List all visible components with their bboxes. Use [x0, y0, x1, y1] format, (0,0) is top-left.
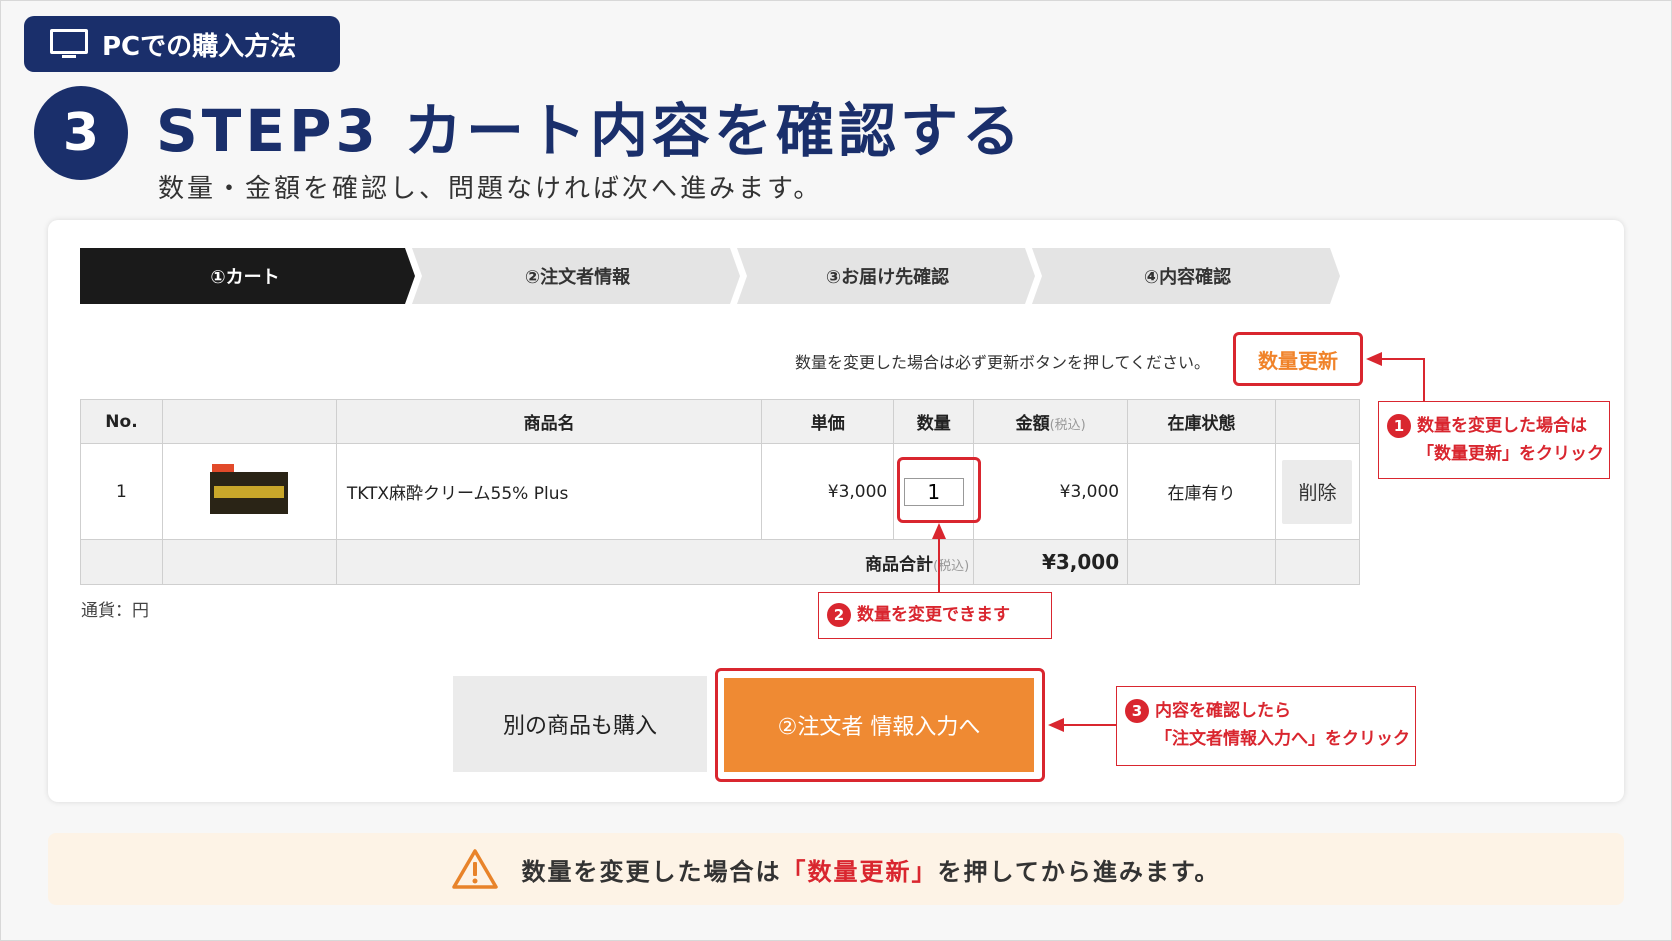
callout-1-line1: 数量を変更した場合は	[1417, 416, 1587, 436]
callout-update: 1 数量を変更した場合は 「数量更新」をクリック	[1378, 401, 1610, 479]
warning-banner: 数量を変更した場合は「数量更新」を押してから進みます。	[48, 833, 1624, 905]
callout-1-number: 1	[1387, 414, 1411, 438]
callout-2-number: 2	[827, 603, 851, 627]
callout-3-line1: 内容を確認したら	[1155, 701, 1291, 721]
continue-shopping-button[interactable]: 別の商品も購入	[453, 676, 707, 772]
warning-text-highlight: 「数量更新」	[781, 857, 938, 886]
callout-next: 3 内容を確認したら 「注文者情報入力へ」をクリック	[1116, 686, 1416, 766]
warning-text: 数量を変更した場合は「数量更新」を押してから進みます。	[522, 852, 1221, 887]
callout-3-number: 3	[1125, 699, 1149, 723]
warning-text-before: 数量を変更した場合は	[521, 857, 782, 886]
callout-1-line2: 「数量更新」をクリック	[1417, 444, 1604, 464]
arrow-1-head	[1366, 352, 1382, 366]
arrow-1-line	[1378, 358, 1425, 401]
warning-icon	[451, 849, 498, 889]
callout-3-line2: 「注文者情報入力へ」をクリック	[1155, 729, 1410, 749]
warning-text-after: を押してから進みます。	[937, 857, 1221, 886]
callout-2-text: 数量を変更できます	[857, 605, 1010, 625]
arrow-2-head	[932, 523, 946, 539]
callout-quantity: 2 数量を変更できます	[818, 592, 1052, 639]
next-orderer-info-button[interactable]: ②注文者 情報入力へ	[724, 678, 1034, 772]
arrow-3-head	[1048, 718, 1064, 732]
